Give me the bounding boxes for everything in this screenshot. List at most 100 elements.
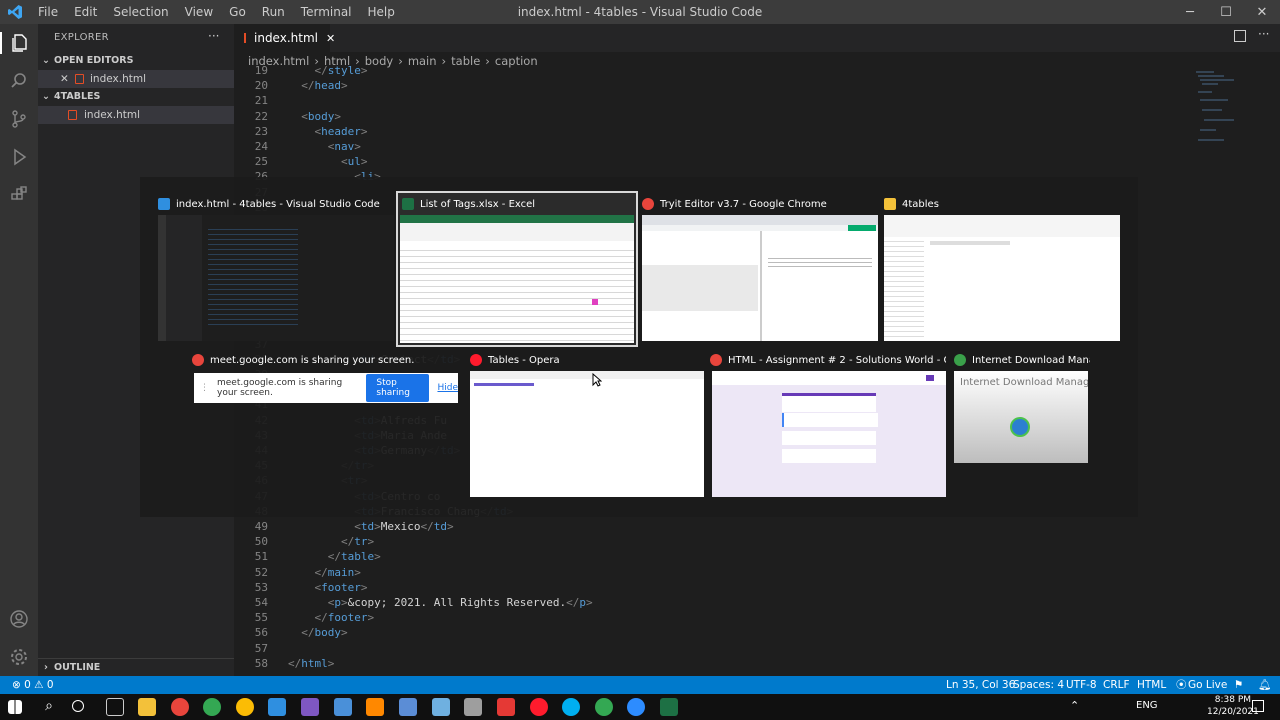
go-live-button[interactable]: Go Live	[1188, 676, 1227, 694]
menu-terminal[interactable]: Terminal	[293, 0, 360, 24]
switcher-window-title: List of Tags.xlsx - Excel	[402, 195, 632, 213]
code-line: </html>	[288, 656, 335, 670]
switcher-window-google-forms[interactable]: HTML - Assignment # 2 - Solutions World …	[710, 351, 946, 499]
menu-go[interactable]: Go	[221, 0, 254, 24]
line-number: 58	[254, 656, 268, 670]
chevron-right-icon: ›	[485, 54, 490, 68]
hide-link[interactable]: Hide	[437, 383, 458, 393]
window-title-text: Internet Download Mana...	[972, 354, 1090, 366]
chevron-right-icon: ›	[398, 54, 403, 68]
notes-taskbar-icon[interactable]	[432, 698, 450, 716]
indentation[interactable]: Spaces: 4	[1013, 676, 1064, 694]
code-line: </footer>	[314, 611, 375, 625]
editor-tabs: index.html ✕ ···	[234, 24, 1280, 52]
switcher-window-meet-sharing[interactable]: meet.google.com is sharing your screen. …	[192, 351, 458, 411]
switcher-window-explorer-4tables[interactable]: 4tables	[884, 195, 1120, 343]
app-red-taskbar-icon[interactable]	[497, 698, 515, 716]
folder-section-4tables[interactable]: ⌄ 4TABLES	[38, 88, 234, 106]
tab-close-icon[interactable]: ✕	[326, 32, 335, 45]
menu-file[interactable]: File	[30, 0, 66, 24]
outline-section[interactable]: › OUTLINE	[38, 658, 234, 677]
language-indicator[interactable]: ENG	[1136, 700, 1158, 711]
tab-label: index.html	[254, 31, 318, 45]
drag-handle-icon: ⋮	[200, 383, 209, 393]
cursor-position[interactable]: Ln 35, Col 36	[946, 676, 1015, 694]
close-editor-icon[interactable]: ✕	[60, 70, 69, 88]
activity-bar	[0, 24, 38, 676]
windows-start-icon[interactable]	[8, 700, 22, 714]
paint-taskbar-icon[interactable]	[301, 698, 319, 716]
menu-selection[interactable]: Selection	[105, 0, 176, 24]
window-thumbnail: Internet Download Manag...	[954, 371, 1088, 463]
stop-sharing-button[interactable]: Stop sharing	[366, 374, 430, 402]
open-editor-item[interactable]: ✕ index.html	[38, 70, 234, 88]
chrome-taskbar-icon-4[interactable]	[595, 698, 613, 716]
excel-taskbar-icon[interactable]	[660, 698, 678, 716]
settings-taskbar-icon[interactable]	[464, 698, 482, 716]
opera-taskbar-icon[interactable]	[530, 698, 548, 716]
taskbar-search-icon[interactable]: ⌕	[40, 698, 58, 716]
menu-help[interactable]: Help	[360, 0, 403, 24]
source-control-icon[interactable]	[8, 108, 30, 130]
chevron-down-icon: ⌄	[42, 91, 50, 102]
cortana-icon[interactable]	[72, 700, 84, 712]
menu-edit[interactable]: Edit	[66, 0, 105, 24]
settings-gear-icon[interactable]	[8, 646, 30, 668]
breadcrumb-body[interactable]: body	[365, 54, 393, 68]
tab-index-html[interactable]: index.html ✕	[234, 24, 335, 52]
feedback-icon[interactable]: ⚑	[1234, 676, 1243, 694]
line-number: 56	[254, 626, 268, 640]
skype-taskbar-icon[interactable]	[562, 698, 580, 716]
breadcrumb-main[interactable]: main	[408, 54, 437, 68]
minimize-button[interactable]: ─	[1172, 0, 1208, 24]
status-bar: ⊗ 0 ⚠ 0 Ln 35, Col 36 Spaces: 4 UTF-8 CR…	[0, 676, 1280, 694]
open-editors-section[interactable]: ⌄ OPEN EDITORS	[38, 52, 234, 70]
menu-view[interactable]: View	[177, 0, 221, 24]
switcher-window-excel[interactable]: List of Tags.xlsx - Excel	[396, 191, 638, 347]
window-title-text: meet.google.com is sharing your screen.	[210, 354, 415, 366]
encoding[interactable]: UTF-8	[1066, 676, 1097, 694]
open-editor-file-label: index.html	[90, 73, 146, 85]
menu-run[interactable]: Run	[254, 0, 293, 24]
breadcrumb: index.html › html › body › main › table …	[234, 52, 1280, 70]
switcher-window-idm[interactable]: Internet Download Mana... Internet Downl…	[954, 351, 1090, 463]
chrome-taskbar-icon-3[interactable]	[236, 698, 254, 716]
calculator-taskbar-icon[interactable]	[399, 698, 417, 716]
switcher-window-chrome-tryit[interactable]: Tryit Editor v3.7 - Google Chrome	[642, 195, 878, 343]
chrome-taskbar-icon[interactable]	[171, 698, 189, 716]
code-line: <p>&copy; 2021. All Rights Reserved.</p>	[327, 596, 593, 609]
go-live-icon[interactable]: ⦿	[1176, 676, 1187, 694]
folder-file-item[interactable]: index.html	[38, 106, 234, 124]
switcher-window-vscode[interactable]: index.html - 4tables - Visual Studio Cod…	[158, 195, 394, 343]
explorer-more-button[interactable]: ···	[208, 29, 219, 43]
minimap[interactable]	[1194, 70, 1266, 160]
problems-indicator[interactable]: ⊗ 0 ⚠ 0	[12, 676, 54, 694]
extensions-icon[interactable]	[8, 184, 30, 206]
breadcrumb-table[interactable]: table	[451, 54, 480, 68]
close-window-button[interactable]: ✕	[1244, 0, 1280, 24]
more-actions-icon[interactable]: ···	[1258, 27, 1269, 41]
vlc-taskbar-icon[interactable]	[366, 698, 384, 716]
end-of-line[interactable]: CRLF	[1103, 676, 1130, 694]
task-view-icon[interactable]	[106, 698, 124, 716]
file-explorer-taskbar-icon[interactable]	[138, 698, 156, 716]
search-icon[interactable]	[8, 70, 30, 92]
chrome-taskbar-icon-2[interactable]	[203, 698, 221, 716]
explorer-icon[interactable]	[0, 32, 38, 54]
notifications-bell-icon[interactable]: 🔔︎	[1258, 676, 1271, 694]
maximize-button[interactable]: ☐	[1208, 0, 1244, 24]
language-mode[interactable]: HTML	[1137, 676, 1166, 694]
tray-chevron-up-icon[interactable]: ⌃	[1070, 699, 1079, 712]
zoom-taskbar-icon[interactable]	[627, 698, 645, 716]
app-taskbar-icon[interactable]	[334, 698, 352, 716]
split-editor-icon[interactable]	[1234, 30, 1246, 42]
breadcrumb-caption[interactable]: caption	[495, 54, 538, 68]
code-line: </tr>	[340, 535, 375, 549]
vscode-taskbar-icon[interactable]	[268, 698, 286, 716]
code-line: </main>	[314, 565, 361, 579]
line-number: 50	[254, 535, 268, 549]
account-icon[interactable]	[8, 608, 30, 630]
switcher-window-opera[interactable]: Tables - Opera	[470, 351, 704, 499]
run-debug-icon[interactable]	[8, 146, 30, 168]
action-center-icon[interactable]	[1252, 700, 1264, 712]
